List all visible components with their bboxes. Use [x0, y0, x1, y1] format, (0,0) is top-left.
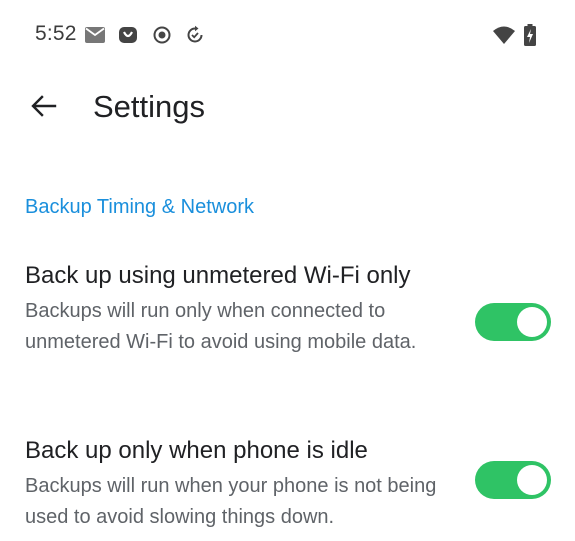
battery-charging-icon [522, 24, 538, 46]
mail-icon [84, 24, 106, 46]
status-bar: 5:52 [0, 0, 575, 70]
back-button[interactable] [22, 84, 66, 128]
record-icon [151, 24, 173, 46]
pref-title: Back up only when phone is idle [25, 437, 368, 464]
pref-summary: Backups will run only when connected to … [25, 300, 417, 353]
arrow-back-icon [31, 95, 57, 117]
phone-idle-toggle[interactable] [475, 461, 551, 499]
status-time: 5:52 [35, 22, 77, 45]
pref-summary: Backups will run when your phone is not … [25, 475, 437, 528]
pref-unmetered-wifi[interactable]: Back up using unmetered Wi-Fi only Backu… [0, 258, 575, 388]
switch-thumb [517, 465, 547, 495]
section-header: Backup Timing & Network [25, 196, 254, 218]
wifi-icon [493, 24, 515, 46]
toolbar: Settings [0, 70, 575, 146]
switch-thumb [517, 307, 547, 337]
unmetered-wifi-toggle[interactable] [475, 303, 551, 341]
pref-title: Back up using unmetered Wi-Fi only [25, 262, 411, 289]
sync-icon [184, 24, 206, 46]
page-title: Settings [93, 89, 206, 124]
bag-icon [117, 24, 139, 46]
pref-phone-idle[interactable]: Back up only when phone is idle Backups … [0, 433, 575, 541]
